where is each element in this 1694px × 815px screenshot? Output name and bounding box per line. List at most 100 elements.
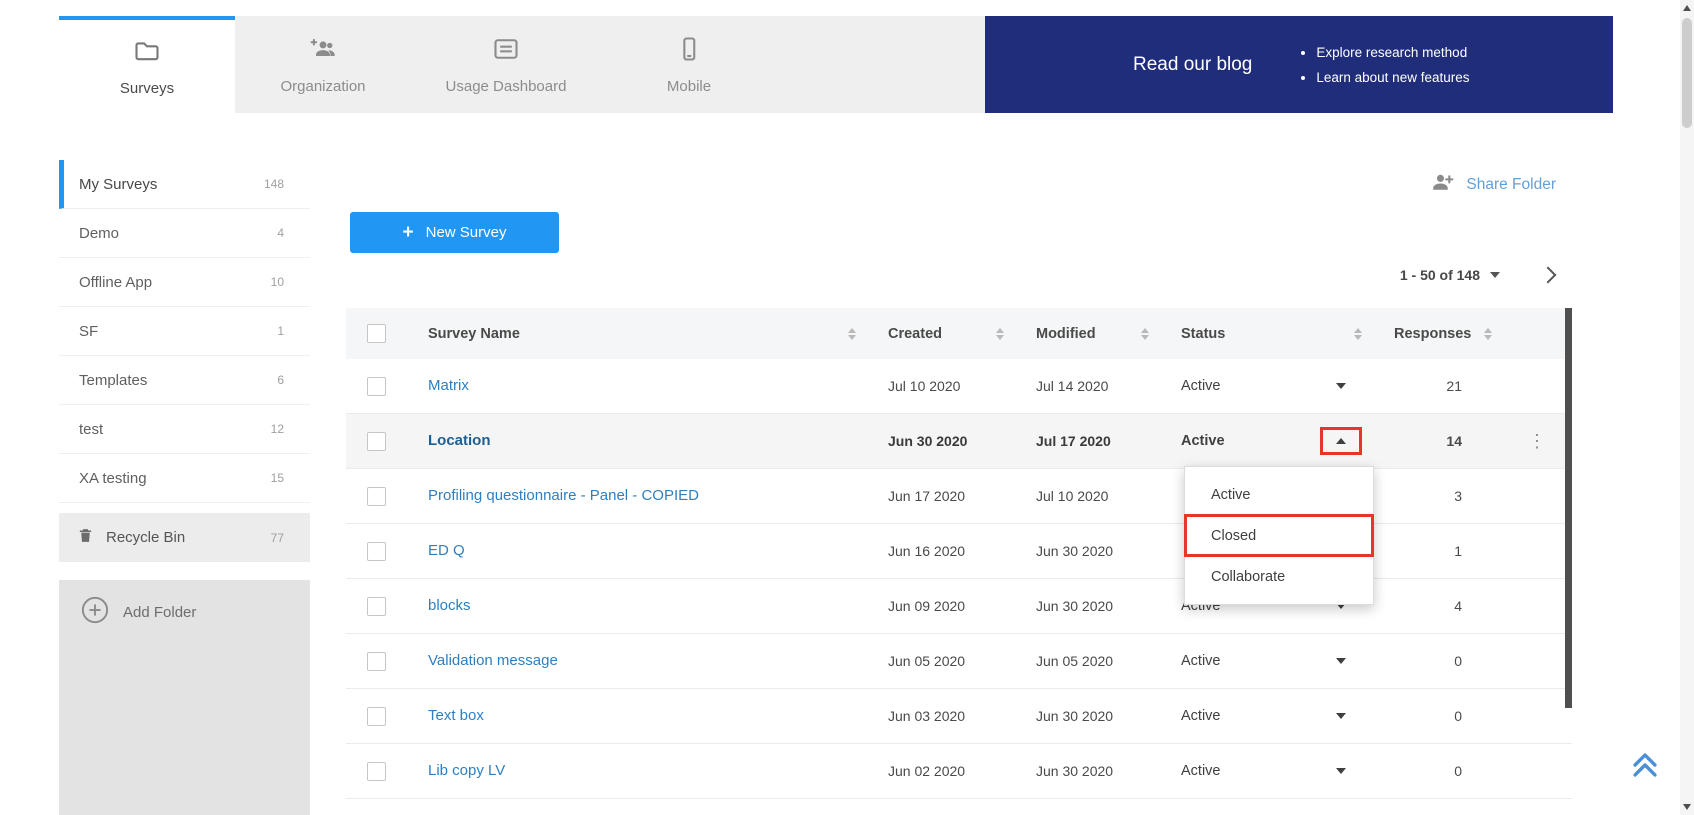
sort-icon[interactable]	[848, 328, 856, 340]
sort-icon[interactable]	[1484, 328, 1492, 340]
tab-organization[interactable]: Organization	[235, 16, 411, 113]
modified-date: Jun 05 2020	[1014, 653, 1159, 669]
row-checkbox[interactable]	[367, 762, 386, 781]
sidebar-folder-item[interactable]: Offline App 10	[59, 258, 310, 307]
survey-name-link[interactable]: Profiling questionnaire - Panel - COPIED	[428, 487, 699, 504]
modified-date: Jul 17 2020	[1014, 433, 1159, 449]
select-all-checkbox[interactable]	[367, 324, 386, 343]
header-label: Responses	[1394, 326, 1471, 342]
header-survey-name[interactable]: Survey Name	[406, 326, 866, 342]
survey-name-link[interactable]: Validation message	[428, 652, 558, 669]
status-option[interactable]: Active	[1185, 474, 1373, 515]
header-status[interactable]: Status	[1159, 326, 1372, 342]
next-page-chevron-icon[interactable]	[1540, 267, 1557, 284]
scrollbar-down-arrow-icon[interactable]	[1683, 804, 1691, 810]
status-option[interactable]: Collaborate	[1185, 556, 1373, 597]
table-scrollbar[interactable]	[1565, 308, 1572, 708]
folder-count: 6	[277, 373, 284, 387]
status-dropdown-toggle[interactable]	[1320, 372, 1362, 400]
sidebar-folder-item[interactable]: Demo 4	[59, 209, 310, 258]
sidebar-folder-item[interactable]: Templates 6	[59, 356, 310, 405]
pagination-caret-down-icon[interactable]	[1490, 272, 1500, 278]
new-survey-button[interactable]: + New Survey	[350, 212, 559, 253]
page: Surveys Organization Usage Dashboard Mob…	[0, 0, 1694, 815]
folder-label: SF	[79, 323, 98, 340]
share-folder-button[interactable]: Share Folder	[1429, 170, 1556, 200]
survey-name-link[interactable]: Matrix	[428, 377, 469, 394]
sidebar-item-recycle-bin[interactable]: Recycle Bin 77	[59, 513, 310, 562]
row-checkbox[interactable]	[367, 432, 386, 451]
sidebar-folder-item[interactable]: test 12	[59, 405, 310, 454]
status-option[interactable]: Closed	[1185, 515, 1373, 556]
pagination: 1 - 50 of 148	[1400, 260, 1554, 290]
created-date: Jul 10 2020	[866, 378, 1014, 394]
sort-icon[interactable]	[1354, 328, 1362, 340]
responses-count: 14	[1372, 433, 1502, 449]
blog-bullet: Explore research method	[1316, 40, 1469, 65]
created-date: Jun 09 2020	[866, 598, 1014, 614]
status-label: Active	[1181, 433, 1225, 449]
folder-count: 15	[271, 471, 284, 485]
row-checkbox[interactable]	[367, 542, 386, 561]
status-dropdown-toggle[interactable]	[1320, 427, 1362, 455]
status-dropdown-toggle[interactable]	[1320, 647, 1362, 675]
survey-name-link[interactable]: blocks	[428, 597, 471, 614]
top-navigation: Surveys Organization Usage Dashboard Mob…	[59, 16, 1613, 113]
sidebar-folder-item[interactable]: SF 1	[59, 307, 310, 356]
created-date: Jun 16 2020	[866, 543, 1014, 559]
caret-icon	[1336, 438, 1346, 444]
sort-icon[interactable]	[1141, 328, 1149, 340]
sort-icon[interactable]	[996, 328, 1004, 340]
more-options-icon[interactable]: ⋮	[1502, 431, 1572, 452]
share-folder-label: Share Folder	[1466, 176, 1556, 194]
scroll-to-top-button[interactable]	[1628, 748, 1662, 782]
table-row: ED Q Jun 16 2020 Jun 30 2020 1 ⋮	[346, 524, 1572, 579]
blog-banner[interactable]: Read our blog Explore research method Le…	[985, 16, 1613, 113]
row-checkbox[interactable]	[367, 707, 386, 726]
folder-count: 12	[271, 422, 284, 436]
row-checkbox[interactable]	[367, 377, 386, 396]
survey-name-link[interactable]: Location	[428, 432, 491, 449]
folder-count: 10	[271, 275, 284, 289]
table-row: Location Jun 30 2020 Jul 17 2020 Active …	[346, 414, 1572, 469]
header-responses[interactable]: Responses	[1372, 326, 1502, 342]
responses-count: 0	[1372, 653, 1502, 669]
responses-count: 0	[1372, 763, 1502, 779]
survey-name-link[interactable]: Lib copy LV	[428, 762, 505, 779]
scrollbar-thumb[interactable]	[1682, 18, 1692, 128]
caret-icon	[1336, 768, 1346, 774]
status-dropdown-toggle[interactable]	[1320, 757, 1362, 785]
table-row: Validation message Jun 05 2020 Jun 05 20…	[346, 634, 1572, 689]
scrollbar-up-arrow-icon[interactable]	[1683, 5, 1691, 11]
survey-name-link[interactable]: ED Q	[428, 542, 465, 559]
circle-plus-icon	[81, 596, 109, 628]
folder-count: 148	[264, 177, 284, 191]
created-date: Jun 02 2020	[866, 763, 1014, 779]
tab-usage-dashboard[interactable]: Usage Dashboard	[411, 16, 601, 113]
status-label: Active	[1181, 378, 1221, 394]
row-checkbox[interactable]	[367, 652, 386, 671]
responses-count: 3	[1372, 488, 1502, 504]
folder-label: Demo	[79, 225, 119, 242]
row-checkbox[interactable]	[367, 597, 386, 616]
row-checkbox[interactable]	[367, 487, 386, 506]
pagination-range-label: 1 - 50 of 148	[1400, 267, 1480, 283]
sidebar-folder-item[interactable]: My Surveys 148	[59, 160, 310, 209]
add-folder-button[interactable]: Add Folder	[59, 580, 310, 628]
status-dropdown-toggle[interactable]	[1320, 702, 1362, 730]
status-cell: Active	[1159, 647, 1372, 675]
sidebar-folder-item[interactable]: XA testing 15	[59, 454, 310, 503]
folder-label: Templates	[79, 372, 147, 389]
tab-surveys[interactable]: Surveys	[59, 16, 235, 113]
survey-name-link[interactable]: Text box	[428, 707, 484, 724]
tab-mobile[interactable]: Mobile	[601, 16, 777, 113]
status-cell: Active	[1159, 702, 1372, 730]
created-date: Jun 17 2020	[866, 488, 1014, 504]
header-created[interactable]: Created	[866, 326, 1014, 342]
window-scrollbar[interactable]	[1680, 0, 1694, 815]
header-modified[interactable]: Modified	[1014, 326, 1159, 342]
table-row: Lib copy LV Jun 02 2020 Jun 30 2020 Acti…	[346, 744, 1572, 799]
created-date: Jun 05 2020	[866, 653, 1014, 669]
folder-count: 4	[277, 226, 284, 240]
status-dropdown-menu: Active Closed Collaborate	[1184, 466, 1374, 605]
